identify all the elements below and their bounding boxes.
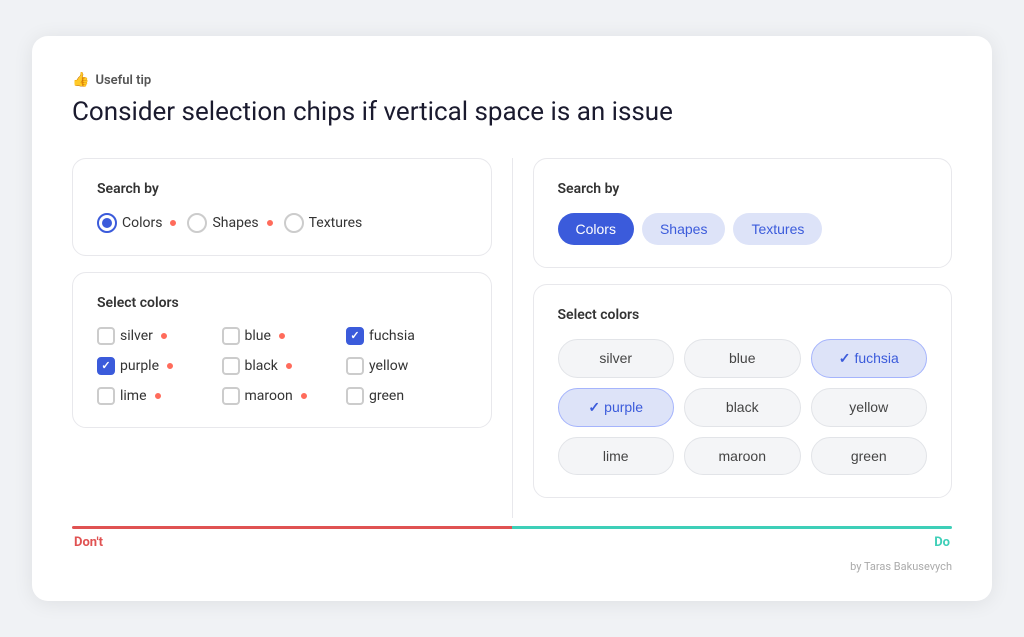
search-by-radio-label: Search by [97,181,467,197]
dont-label: Don't [74,535,103,550]
checkbox-label-lime: lime [120,388,147,404]
check-icon-fuchsia: ✓ [839,350,851,367]
checkbox-fuchsia[interactable] [346,327,364,345]
select-colors-checkbox-label: Select colors [97,295,467,311]
search-by-radio-box: Search by Colors [72,158,492,256]
checkbox-label-purple: purple [120,358,159,374]
sel-chip-green[interactable]: green [811,437,928,475]
checkbox-label-maroon: maroon [245,388,293,404]
radio-group: Colors Shapes [97,213,467,233]
sel-chip-lime[interactable]: lime [558,437,675,475]
checkbox-item-fuchsia[interactable]: fuchsia [346,327,467,345]
checkbox-label-black: black [245,358,278,374]
checkbox-purple[interactable] [97,357,115,375]
checkbox-grid: silver blue [97,327,467,405]
radio-item-textures[interactable]: Textures [284,213,363,233]
checkbox-yellow[interactable] [346,357,364,375]
sel-chip-maroon[interactable]: maroon [684,437,801,475]
checkbox-item-yellow[interactable]: yellow [346,357,467,375]
label-row: Don't Do [72,535,952,550]
select-colors-chip-label: Select colors [558,307,928,323]
radio-circle-colors[interactable] [97,213,117,233]
checkbox-label-green: green [369,388,404,404]
select-colors-checkbox-box: Select colors silver [72,272,492,428]
checkbox-item-maroon[interactable]: maroon [222,387,343,405]
divider-do [512,526,952,529]
useful-tip-label: Useful tip [95,73,151,88]
chip-colors[interactable]: Colors [558,213,634,245]
checkbox-black[interactable] [222,357,240,375]
checkbox-label-silver: silver [120,328,153,344]
chip-textures[interactable]: Textures [733,213,822,245]
search-by-chip-label: Search by [558,181,928,197]
radio-label-colors: Colors [122,215,162,231]
checkbox-silver[interactable] [97,327,115,345]
search-by-chip-box: Search by Colors Shapes Textures [533,158,953,268]
chip-group: Colors Shapes Textures [558,213,928,245]
sel-chip-yellow[interactable]: yellow [811,388,928,427]
checkbox-green[interactable] [346,387,364,405]
checkbox-label-yellow: yellow [369,358,408,374]
sel-chip-blue[interactable]: blue [684,339,801,378]
attribution: by Taras Bakusevych [72,560,952,573]
selection-chip-grid: silver blue ✓ fuchsia ✓ purple black yel… [558,339,928,475]
headline: Consider selection chips if vertical spa… [72,96,952,130]
useful-tip-banner: 👍 Useful tip [72,72,952,88]
check-icon-purple: ✓ [588,399,600,416]
checkbox-item-black[interactable]: black [222,357,343,375]
checkbox-label-blue: blue [245,328,271,344]
radio-label-textures: Textures [309,215,363,231]
checkbox-maroon[interactable] [222,387,240,405]
sel-chip-fuchsia[interactable]: ✓ fuchsia [811,339,928,378]
dont-column: Search by Colors [72,158,512,518]
sel-chip-black[interactable]: black [684,388,801,427]
checkbox-item-green[interactable]: green [346,387,467,405]
checkbox-item-lime[interactable]: lime [97,387,218,405]
radio-item-shapes[interactable]: Shapes [187,213,277,233]
checkbox-item-silver[interactable]: silver [97,327,218,345]
radio-item-colors[interactable]: Colors [97,213,181,233]
checkbox-item-blue[interactable]: blue [222,327,343,345]
radio-label-shapes: Shapes [212,215,258,231]
sel-chip-purple[interactable]: ✓ purple [558,388,675,427]
checkbox-blue[interactable] [222,327,240,345]
main-card: 👍 Useful tip Consider selection chips if… [32,36,992,601]
divider-row [72,526,952,529]
radio-circle-textures[interactable] [284,213,304,233]
thumb-icon: 👍 [72,72,89,88]
sel-chip-silver[interactable]: silver [558,339,675,378]
chip-shapes[interactable]: Shapes [642,213,725,245]
checkbox-item-purple[interactable]: purple [97,357,218,375]
checkbox-label-fuchsia: fuchsia [369,328,415,344]
divider-dont [72,526,512,529]
select-colors-chip-box: Select colors silver blue ✓ fuchsia ✓ pu… [533,284,953,498]
radio-circle-shapes[interactable] [187,213,207,233]
panels-row: Search by Colors [72,158,952,518]
do-label: Do [934,535,950,550]
checkbox-lime[interactable] [97,387,115,405]
do-column: Search by Colors Shapes Textures Select … [513,158,953,518]
